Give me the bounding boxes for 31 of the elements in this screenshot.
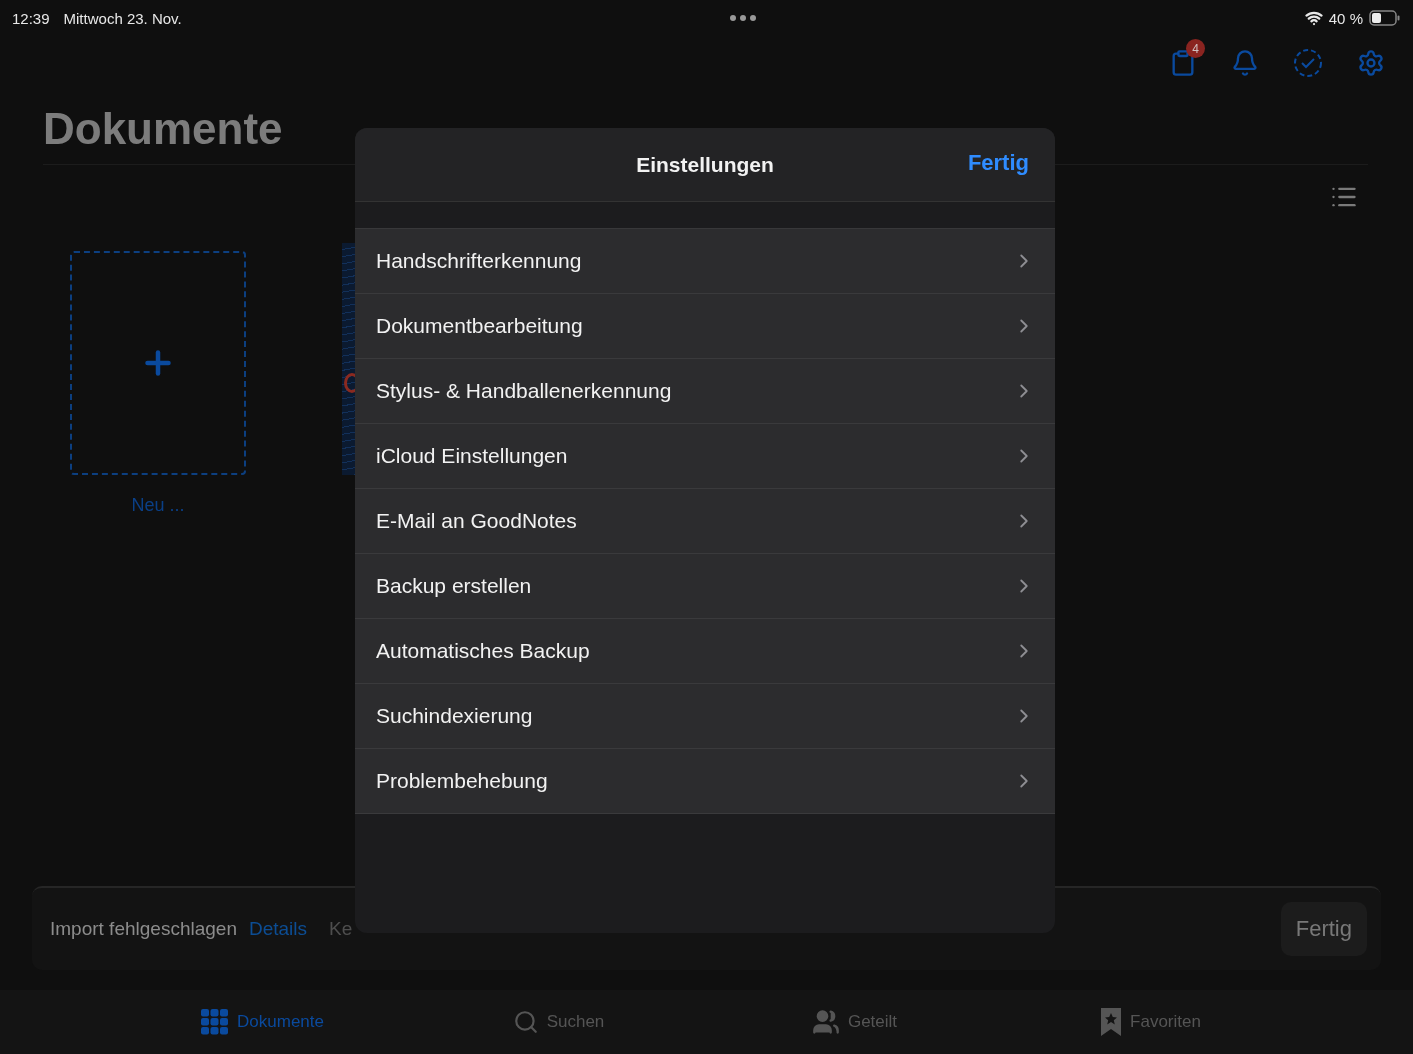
people-icon xyxy=(811,1008,840,1036)
settings-row[interactable]: Dokumentbearbeitung xyxy=(355,294,1055,359)
settings-row[interactable]: Stylus- & Handballenerkennung xyxy=(355,359,1055,424)
settings-row[interactable]: Backup erstellen xyxy=(355,554,1055,619)
settings-row[interactable]: Automatisches Backup xyxy=(355,619,1055,684)
settings-row[interactable]: E-Mail an GoodNotes xyxy=(355,489,1055,554)
import-status-text: Ke xyxy=(329,918,353,940)
bell-icon[interactable] xyxy=(1231,49,1259,77)
settings-row[interactable]: Handschrifterkennung xyxy=(355,229,1055,294)
status-time: 12:39 xyxy=(12,9,50,27)
settings-row[interactable]: Problembehebung xyxy=(355,749,1055,814)
page-title: Dokumente xyxy=(43,104,284,154)
notification-badge: 4 xyxy=(1186,39,1205,58)
battery-percent: 40 % xyxy=(1328,9,1363,27)
dashed-check-circle-icon[interactable] xyxy=(1293,48,1323,78)
more-dots-icon[interactable] xyxy=(729,14,758,22)
modal-title: Einstellungen xyxy=(636,152,774,177)
document-thumbnail[interactable] xyxy=(342,243,356,475)
bookmark-star-icon xyxy=(1100,1007,1123,1037)
done-button[interactable]: Fertig xyxy=(967,150,1029,176)
import-message: Import fehlgeschlagen xyxy=(50,918,237,940)
new-document-card[interactable] xyxy=(70,251,246,475)
settings-row[interactable]: iCloud Einstellungen xyxy=(355,424,1055,489)
search-icon xyxy=(512,1009,539,1035)
settings-icon[interactable] xyxy=(1357,49,1385,77)
done-button[interactable]: Fertig xyxy=(1280,902,1367,956)
status-date: Mittwoch 23. Nov. xyxy=(63,9,182,27)
battery-icon xyxy=(1369,10,1401,26)
grid-icon xyxy=(201,1009,230,1035)
wifi-icon xyxy=(1304,9,1323,27)
settings-row[interactable]: Suchindexierung xyxy=(355,684,1055,749)
